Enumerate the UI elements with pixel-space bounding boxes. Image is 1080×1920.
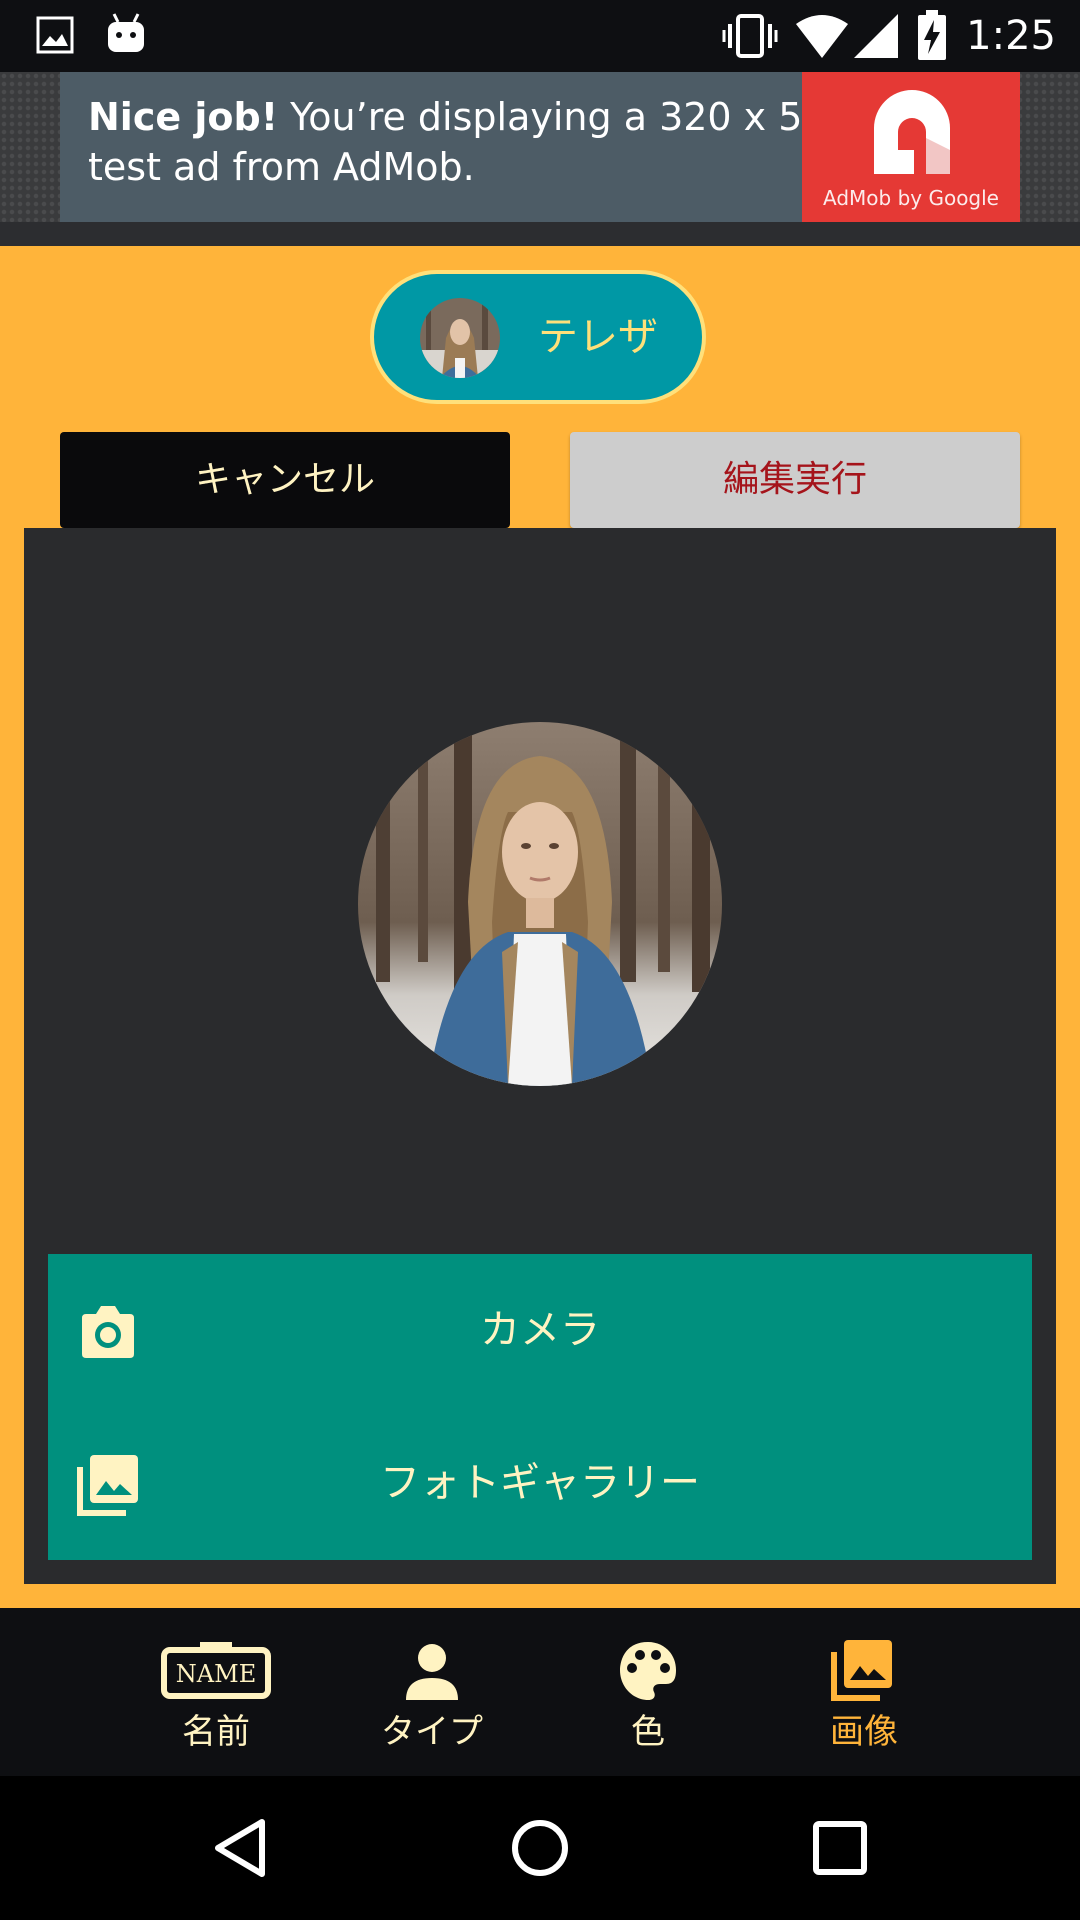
status-time: 1:25 xyxy=(966,13,1056,59)
nav-label-name: 名前 xyxy=(182,1712,250,1752)
status-bar: 1:25 xyxy=(0,0,1080,72)
image-source-options: カメラ フォトギャラリー xyxy=(48,1254,1032,1560)
nav-item-type[interactable]: タイプ xyxy=(324,1608,540,1776)
profile-header-pill: テレザ xyxy=(370,270,706,404)
photo-gallery-option-label: フォトギャラリー xyxy=(380,1460,700,1506)
system-navigation-bar xyxy=(0,1776,1080,1920)
wifi-icon xyxy=(796,15,848,58)
execute-edit-button[interactable]: 編集実行 xyxy=(570,432,1020,528)
person-icon xyxy=(406,1644,458,1700)
vibrate-icon xyxy=(722,14,778,58)
palette-icon xyxy=(620,1642,676,1700)
android-notification-icon xyxy=(108,13,144,52)
bottom-navigation: NAME 名前 タイプ 色 画像 xyxy=(0,1608,1080,1776)
profile-photo xyxy=(358,722,722,1086)
battery-charging-icon xyxy=(918,10,946,60)
photo-gallery-option[interactable]: フォトギャラリー xyxy=(48,1407,1032,1560)
signal-icon xyxy=(854,14,898,58)
nav-item-name[interactable]: NAME 名前 xyxy=(108,1608,324,1776)
nav-label-type: タイプ xyxy=(381,1712,483,1752)
nav-item-image[interactable]: 画像 xyxy=(756,1608,972,1776)
ad-text-bold: Nice job! xyxy=(88,95,279,139)
ad-text: Nice job! You’re displaying a 320 x 50 t… xyxy=(88,92,848,192)
nav-label-image: 画像 xyxy=(830,1712,898,1752)
back-icon[interactable] xyxy=(204,1812,276,1884)
admob-logo-icon xyxy=(874,90,950,174)
recents-icon[interactable] xyxy=(804,1812,876,1884)
nav-item-color[interactable]: 色 xyxy=(540,1608,756,1776)
ad-divider xyxy=(0,222,1080,246)
image-gallery-icon xyxy=(831,1640,892,1701)
header-avatar xyxy=(420,298,500,378)
image-panel: カメラ フォトギャラリー xyxy=(24,528,1056,1584)
home-icon[interactable] xyxy=(504,1812,576,1884)
header-name: テレザ xyxy=(538,314,658,360)
cancel-button[interactable]: キャンセル xyxy=(60,432,510,528)
name-tag-icon: NAME xyxy=(161,1642,271,1699)
ad-banner[interactable]: Nice job! You’re displaying a 320 x 50 t… xyxy=(60,72,1020,222)
ad-logo-caption: AdMob by Google xyxy=(823,186,999,210)
image-notification-icon xyxy=(36,16,74,54)
camera-option-label: カメラ xyxy=(480,1307,600,1353)
admob-logo: AdMob by Google xyxy=(802,72,1020,222)
camera-option[interactable]: カメラ xyxy=(48,1254,1032,1407)
name-tag-icon-text: NAME xyxy=(176,1660,256,1688)
nav-label-color: 色 xyxy=(631,1712,665,1752)
ad-area: Nice job! You’re displaying a 320 x 50 t… xyxy=(0,72,1080,246)
